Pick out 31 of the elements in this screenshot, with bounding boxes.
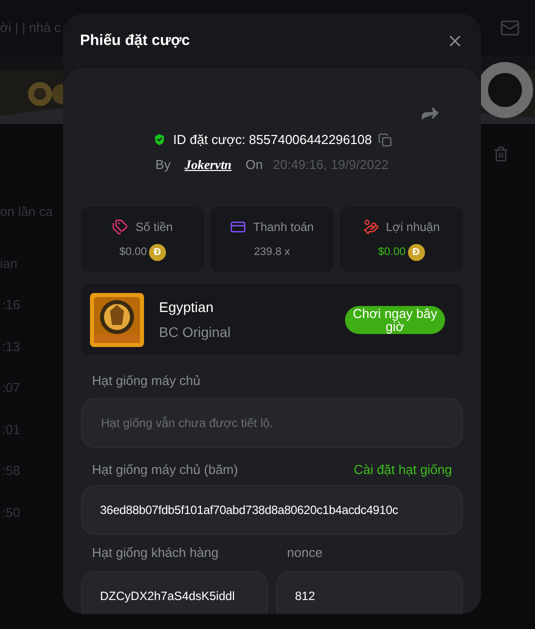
- game-provider: BC Original: [159, 322, 231, 342]
- field-label: Hạt giống khách hàng: [92, 544, 220, 562]
- field-label: Hạt giống máy chủ (băm): [92, 460, 238, 479]
- client-seed-field[interactable]: DZCyDX2h7aS4dsK5iddl: [81, 570, 268, 614]
- mail-icon[interactable]: [500, 18, 520, 38]
- hand-coins-icon: [362, 219, 379, 235]
- on-label: On: [246, 156, 263, 174]
- stat-label: Thanh toán: [253, 219, 314, 236]
- server-seed-hash-field[interactable]: 36ed88b07fdb5f101af70abd738d8a80620c1b4acdc4910c: [81, 485, 463, 535]
- trash-icon[interactable]: [493, 146, 509, 162]
- seed-settings-link[interactable]: Cài đặt hạt giống: [354, 460, 452, 479]
- field-label: Hạt giống máy chủ: [92, 372, 202, 390]
- field-label: nonce: [287, 544, 324, 562]
- stat-value: $0.00: [119, 245, 147, 260]
- card-icon: [230, 219, 246, 236]
- coin-icon: Đ: [148, 244, 166, 261]
- bet-id: ID đặt cược: 85574006442296108: [173, 131, 372, 149]
- coin-icon: Đ: [408, 244, 425, 261]
- tags-icon: [112, 219, 128, 235]
- stat-label: Số tiền: [135, 219, 173, 236]
- user-link[interactable]: Jokervtn: [184, 154, 232, 174]
- copy-icon[interactable]: [378, 132, 392, 147]
- server-seed-field[interactable]: Hạt giống vẫn chưa được tiết lộ.: [81, 398, 463, 448]
- game-name: Egyptian: [159, 298, 214, 317]
- bet-time: 20:49:16, 19/9/2022: [272, 156, 389, 174]
- stat-value: $0.00: [378, 245, 406, 260]
- stat-label: Lợi nhuận: [386, 219, 440, 236]
- stat-value: 239.8 x: [254, 245, 290, 260]
- modal-title: Phiếu đặt cược: [80, 30, 190, 51]
- nonce-field[interactable]: 812: [276, 570, 463, 614]
- by-label: By: [155, 156, 171, 174]
